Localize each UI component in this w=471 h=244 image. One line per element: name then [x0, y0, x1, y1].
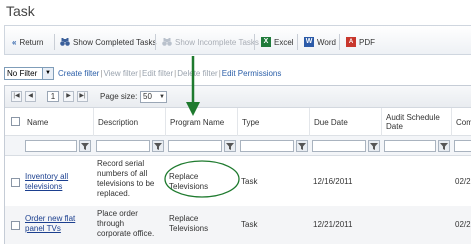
separator: | [100, 68, 103, 78]
column-filter-row [5, 136, 471, 156]
create-filter-link[interactable]: Create filter [58, 69, 99, 78]
type-filter-button[interactable] [296, 140, 308, 152]
task-type: Task [241, 220, 258, 229]
filter-icon [298, 143, 306, 150]
column-header-completed[interactable]: Com [451, 108, 471, 136]
chevron-down-icon: ▼ [42, 67, 53, 79]
toolbar-separator [54, 34, 55, 50]
next-page-icon: ▶ [66, 93, 71, 99]
due-date-filter-input[interactable] [312, 140, 366, 152]
last-page-button[interactable]: ▶| [77, 91, 88, 102]
due-date-filter-button[interactable] [368, 140, 380, 152]
export-excel-button[interactable]: X Excel [261, 36, 294, 48]
row-checkbox[interactable] [11, 178, 20, 187]
task-grid: |◀ ◀ 1 ▶ ▶| Page size: 50 ▼ Name Descrip… [4, 85, 471, 244]
next-page-button[interactable]: ▶ [63, 91, 74, 102]
binoculars-icon [60, 38, 70, 46]
page-size-select[interactable]: 50 ▼ [140, 91, 167, 103]
task-due-date: 12/16/2011 [313, 177, 353, 186]
toolbar-separator [155, 34, 156, 50]
toolbar-separator [339, 34, 340, 50]
task-description: Record serial numbers of all televisions… [97, 159, 155, 198]
pdf-icon: A [346, 37, 356, 47]
column-header-name[interactable]: Name [23, 108, 93, 136]
export-word-button[interactable]: W Word [304, 36, 336, 48]
description-filter-input[interactable] [96, 140, 150, 152]
name-filter-input[interactable] [25, 140, 77, 152]
show-completed-tasks-button[interactable]: Show Completed Tasks [60, 36, 156, 48]
column-header-program-name[interactable]: Program Name [165, 108, 237, 136]
pager: |◀ ◀ 1 ▶ ▶| Page size: 50 ▼ [5, 86, 471, 108]
column-header-due-date[interactable]: Due Date [309, 108, 381, 136]
prev-page-icon: ◀ [28, 93, 33, 99]
page-number-input[interactable]: 1 [47, 91, 59, 102]
task-description: Place order through corporate office. [97, 209, 155, 238]
task-name-link[interactable]: Order new flat panel TVs [25, 214, 89, 234]
type-filter-input[interactable] [240, 140, 294, 152]
program-name-filter-input[interactable] [168, 140, 222, 152]
filter-icon [370, 143, 378, 150]
task-program-name: Replace Televisions [169, 172, 209, 191]
edit-filter-link[interactable]: Edit filter [142, 69, 173, 78]
task-type: Task [241, 177, 258, 186]
last-page-icon: ▶| [79, 93, 86, 99]
excel-icon: X [261, 37, 271, 47]
separator: | [174, 68, 177, 78]
toolbar: « Return Show Completed Tasks Show Incom… [4, 25, 471, 55]
page-size-label: Page size: [100, 92, 138, 101]
row-checkbox[interactable] [11, 221, 20, 230]
task-completed-date: 02/2 [455, 177, 471, 186]
filter-icon [440, 143, 448, 150]
show-incomplete-tasks-button[interactable]: Show Incomplete Tasks [162, 36, 259, 48]
filter-bar: No Filter ▼ Create filter | View filter … [4, 66, 281, 80]
view-filter-link[interactable]: View filter [103, 69, 138, 78]
first-page-icon: |◀ [13, 93, 20, 99]
chevron-down-icon: ▼ [159, 94, 165, 100]
export-pdf-button[interactable]: A PDF [346, 36, 375, 48]
column-header-description[interactable]: Description [93, 108, 165, 136]
edit-permissions-link[interactable]: Edit Permissions [222, 69, 282, 78]
select-all-checkbox[interactable] [11, 117, 20, 126]
grid-header: Name Description Program Name Type Due D… [5, 108, 471, 136]
page-title: Task [6, 3, 35, 19]
completed-filter-input[interactable] [454, 140, 471, 152]
filter-select[interactable]: No Filter ▼ [4, 66, 54, 80]
filter-icon [226, 143, 234, 150]
name-filter-button[interactable] [79, 140, 91, 152]
binoculars-icon [162, 38, 172, 46]
task-completed-date: 02/2 [455, 220, 471, 229]
prev-page-button[interactable]: ◀ [25, 91, 36, 102]
table-row[interactable]: Order new flat panel TVs Place order thr… [5, 206, 471, 244]
table-row[interactable]: Inventory all televisions Record serial … [5, 156, 471, 206]
filter-icon [154, 143, 162, 150]
column-header-type[interactable]: Type [237, 108, 309, 136]
separator: | [138, 68, 142, 78]
word-icon: W [304, 37, 314, 47]
description-filter-button[interactable] [152, 140, 164, 152]
toolbar-separator [297, 34, 298, 50]
audit-date-filter-input[interactable] [384, 140, 436, 152]
task-program-name: Replace Televisions [169, 214, 209, 233]
filter-icon [81, 143, 89, 150]
return-button[interactable]: « Return [12, 36, 43, 48]
return-icon: « [12, 37, 17, 47]
toolbar-separator [254, 34, 255, 50]
audit-date-filter-button[interactable] [438, 140, 450, 152]
task-due-date: 12/21/2011 [313, 220, 353, 229]
delete-filter-link[interactable]: Delete filter [177, 69, 217, 78]
program-name-filter-button[interactable] [224, 140, 236, 152]
separator: | [218, 68, 221, 78]
column-header-audit-schedule-date[interactable]: Audit Schedule Date [381, 108, 451, 136]
task-name-link[interactable]: Inventory all televisions [25, 172, 89, 192]
first-page-button[interactable]: |◀ [11, 91, 22, 102]
